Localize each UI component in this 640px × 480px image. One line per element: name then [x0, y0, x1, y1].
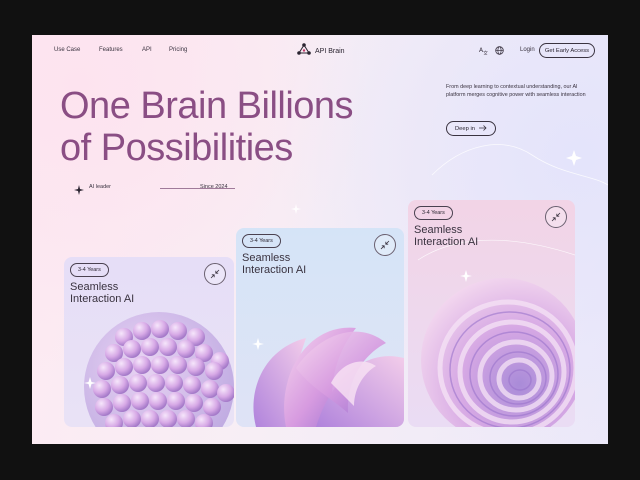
feature-card-1[interactable]: 3-4 Years Seamless Interaction AI [64, 257, 234, 427]
feature-card-2[interactable]: 3-4 Years Seamless Interaction AI [236, 228, 404, 427]
card-1-badge: 3-4 Years [70, 263, 109, 277]
feature-card-3[interactable]: 3-4 Years Seamless Interaction AI [408, 200, 575, 427]
card-1-collapse-button[interactable] [204, 263, 226, 285]
collapse-arrows-icon [210, 267, 220, 282]
landing-page: Use Case Features API Pricing API Brain … [32, 35, 608, 444]
card-2-collapse-button[interactable] [374, 234, 396, 256]
card-3-collapse-button[interactable] [545, 206, 567, 228]
card-1-title: Seamless Interaction AI [70, 281, 135, 305]
card-3-badge: 3-4 Years [414, 206, 453, 220]
card-3-title: Seamless Interaction AI [414, 224, 479, 248]
card-2-badge: 3-4 Years [242, 234, 281, 248]
collapse-arrows-icon [380, 238, 390, 253]
card-2-title: Seamless Interaction AI [242, 252, 307, 276]
collapse-arrows-icon [551, 210, 561, 225]
